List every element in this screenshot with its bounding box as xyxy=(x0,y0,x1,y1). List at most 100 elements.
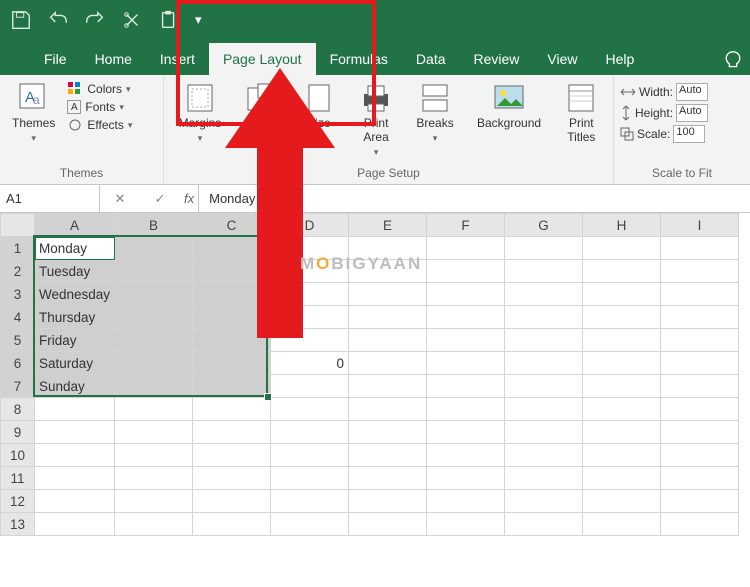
cell-I13[interactable] xyxy=(661,513,739,536)
cell-E6[interactable] xyxy=(349,352,427,375)
cell-C4[interactable] xyxy=(193,306,271,329)
cell-A7[interactable]: Sunday xyxy=(35,375,115,398)
cell-I1[interactable] xyxy=(661,237,739,260)
cell-A1[interactable]: Monday xyxy=(35,237,115,260)
tab-file[interactable]: File xyxy=(30,43,81,75)
cell-D10[interactable] xyxy=(271,444,349,467)
cell-D4[interactable] xyxy=(271,306,349,329)
cell-B11[interactable] xyxy=(115,467,193,490)
cell-A2[interactable]: Tuesday xyxy=(35,260,115,283)
breaks-button[interactable]: Breaks▾ xyxy=(410,79,459,146)
col-header-H[interactable]: H xyxy=(583,214,661,237)
cell-B8[interactable] xyxy=(115,398,193,421)
cell-H4[interactable] xyxy=(583,306,661,329)
cell-I10[interactable] xyxy=(661,444,739,467)
cell-F9[interactable] xyxy=(427,421,505,444)
cell-I7[interactable] xyxy=(661,375,739,398)
cell-C7[interactable] xyxy=(193,375,271,398)
cell-H11[interactable] xyxy=(583,467,661,490)
cell-A12[interactable] xyxy=(35,490,115,513)
cell-C5[interactable] xyxy=(193,329,271,352)
cell-H3[interactable] xyxy=(583,283,661,306)
col-header-G[interactable]: G xyxy=(505,214,583,237)
size-button[interactable]: Size▾ xyxy=(296,79,342,146)
cell-E13[interactable] xyxy=(349,513,427,536)
cell-I8[interactable] xyxy=(661,398,739,421)
cell-A13[interactable] xyxy=(35,513,115,536)
width-input[interactable]: Auto xyxy=(676,83,708,101)
cell-A5[interactable]: Friday xyxy=(35,329,115,352)
cell-F8[interactable] xyxy=(427,398,505,421)
cell-A10[interactable] xyxy=(35,444,115,467)
cell-B7[interactable] xyxy=(115,375,193,398)
cell-E4[interactable] xyxy=(349,306,427,329)
cell-I3[interactable] xyxy=(661,283,739,306)
cell-I2[interactable] xyxy=(661,260,739,283)
tab-review[interactable]: Review xyxy=(460,43,534,75)
themes-button[interactable]: Aa Themes ▾ xyxy=(6,79,61,146)
cell-C13[interactable] xyxy=(193,513,271,536)
cell-G12[interactable] xyxy=(505,490,583,513)
paste-icon[interactable] xyxy=(158,9,180,31)
tab-formulas[interactable]: Formulas xyxy=(316,43,402,75)
print-area-button[interactable]: Print Area▾ xyxy=(353,79,399,160)
cell-A9[interactable] xyxy=(35,421,115,444)
cell-A6[interactable]: Saturday xyxy=(35,352,115,375)
cell-D9[interactable] xyxy=(271,421,349,444)
cell-D6[interactable]: 0 xyxy=(271,352,349,375)
effects-button[interactable]: Effects▾ xyxy=(67,117,132,133)
cell-E3[interactable] xyxy=(349,283,427,306)
cell-F6[interactable] xyxy=(427,352,505,375)
cell-C3[interactable] xyxy=(193,283,271,306)
cell-G2[interactable] xyxy=(505,260,583,283)
cell-G8[interactable] xyxy=(505,398,583,421)
cell-H2[interactable] xyxy=(583,260,661,283)
tab-view[interactable]: View xyxy=(533,43,591,75)
cell-H9[interactable] xyxy=(583,421,661,444)
cell-I12[interactable] xyxy=(661,490,739,513)
col-header-D[interactable]: D xyxy=(271,214,349,237)
cell-E7[interactable] xyxy=(349,375,427,398)
cell-H13[interactable] xyxy=(583,513,661,536)
select-all-corner[interactable] xyxy=(1,214,35,237)
cell-G1[interactable] xyxy=(505,237,583,260)
row-header-11[interactable]: 11 xyxy=(1,467,35,490)
cell-B6[interactable] xyxy=(115,352,193,375)
cell-G7[interactable] xyxy=(505,375,583,398)
cell-H6[interactable] xyxy=(583,352,661,375)
tab-page-layout[interactable]: Page Layout xyxy=(209,43,316,75)
cell-F3[interactable] xyxy=(427,283,505,306)
cell-B1[interactable] xyxy=(115,237,193,260)
cell-B10[interactable] xyxy=(115,444,193,467)
tab-home[interactable]: Home xyxy=(81,43,146,75)
row-header-10[interactable]: 10 xyxy=(1,444,35,467)
cell-I6[interactable] xyxy=(661,352,739,375)
cell-D12[interactable] xyxy=(271,490,349,513)
redo-icon[interactable] xyxy=(84,9,106,31)
cell-C9[interactable] xyxy=(193,421,271,444)
col-header-I[interactable]: I xyxy=(661,214,739,237)
tell-me-icon[interactable] xyxy=(722,50,744,72)
cell-H1[interactable] xyxy=(583,237,661,260)
cell-E8[interactable] xyxy=(349,398,427,421)
cell-I11[interactable] xyxy=(661,467,739,490)
row-header-7[interactable]: 7 xyxy=(1,375,35,398)
cell-F13[interactable] xyxy=(427,513,505,536)
cell-B4[interactable] xyxy=(115,306,193,329)
cell-E12[interactable] xyxy=(349,490,427,513)
cancel-icon[interactable]: ✕ xyxy=(115,191,126,207)
height-input[interactable]: Auto xyxy=(676,104,708,122)
tab-help[interactable]: Help xyxy=(592,43,649,75)
cell-F4[interactable] xyxy=(427,306,505,329)
fonts-button[interactable]: A Fonts▾ xyxy=(67,100,132,114)
cell-H10[interactable] xyxy=(583,444,661,467)
row-header-4[interactable]: 4 xyxy=(1,306,35,329)
cell-F12[interactable] xyxy=(427,490,505,513)
cell-F7[interactable] xyxy=(427,375,505,398)
colors-button[interactable]: Colors▾ xyxy=(67,81,132,97)
undo-icon[interactable] xyxy=(47,9,69,31)
scale-input[interactable]: 100 xyxy=(673,125,705,143)
col-header-A[interactable]: A xyxy=(35,214,115,237)
cell-H7[interactable] xyxy=(583,375,661,398)
cell-D13[interactable] xyxy=(271,513,349,536)
